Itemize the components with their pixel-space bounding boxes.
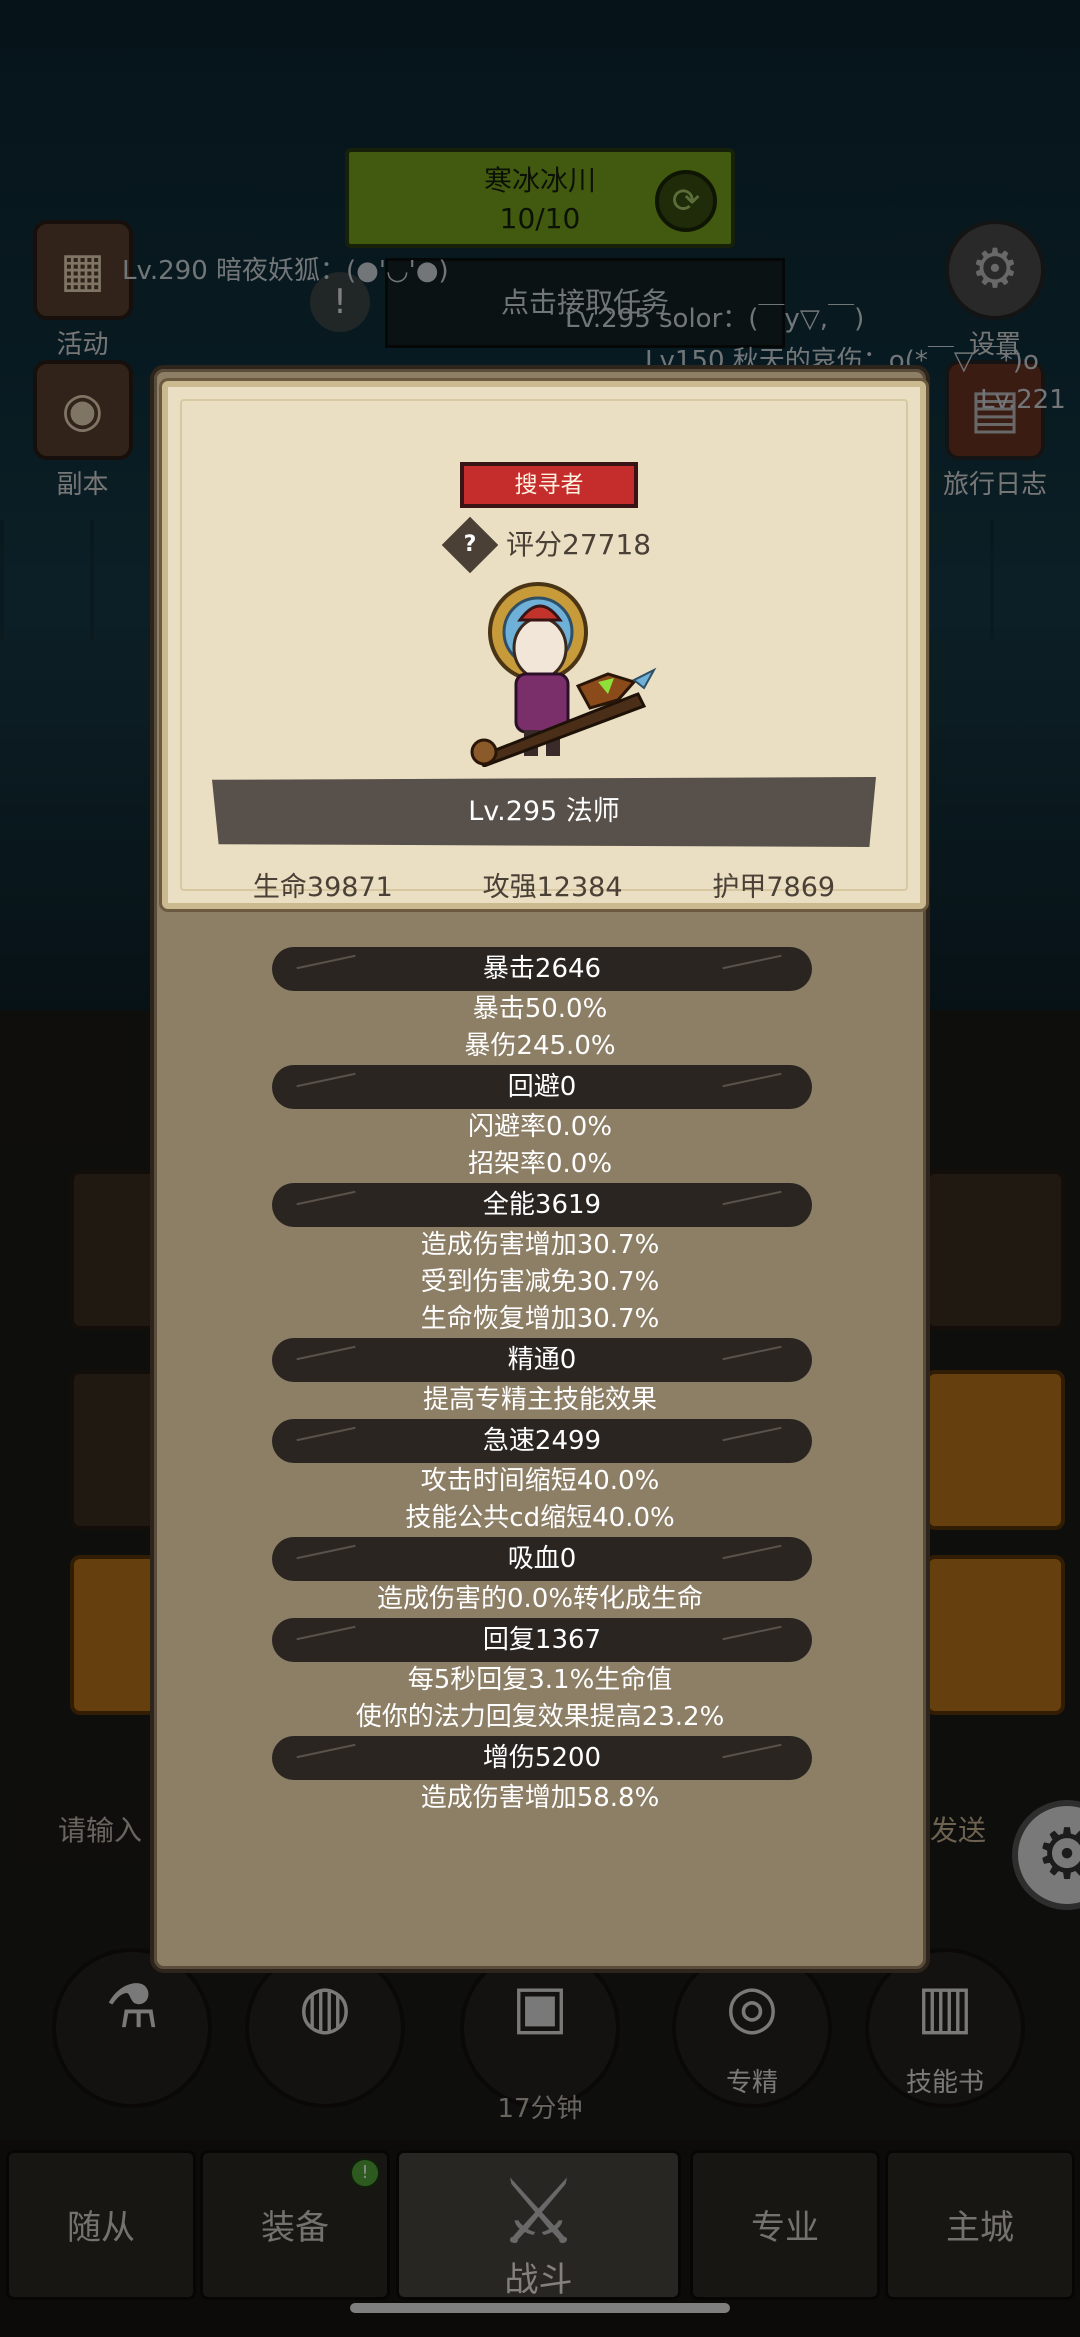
mage-character-portrait <box>470 582 657 767</box>
attribute-detail: 造成伤害增加30.7% <box>420 1230 660 1260</box>
attribute-header: 吸血0 <box>272 1537 812 1581</box>
attribute-detail: 攻击时间缩短40.0% <box>420 1466 660 1496</box>
primary-stats: 生命39871 攻强12384 护甲7869 <box>168 865 920 905</box>
attribute-detail: 招架率0.0% <box>467 1149 613 1179</box>
attribute-detail: 受到伤害减免30.7% <box>420 1267 660 1297</box>
level-class-bar: Lv.295 法师 <box>212 777 876 847</box>
attribute-header: 全能3619 <box>272 1183 812 1227</box>
attribute-header: 精通0 <box>272 1338 812 1382</box>
attribute-header: 回复1367 <box>272 1618 812 1662</box>
character-detail-panel: 搜寻者 ? 评分27718 Lv.295 法师 生命39871 攻强12384 … <box>150 365 930 1973</box>
attribute-header: 增伤5200 <box>272 1736 812 1780</box>
score-value: 评分27718 <box>506 528 652 561</box>
attribute-detail: 生命恢复增加30.7% <box>420 1304 660 1334</box>
attribute-detail: 暴伤245.0% <box>464 1031 616 1061</box>
attribute-detail: 暴击50.0% <box>472 994 608 1024</box>
help-icon[interactable]: ? <box>441 516 499 574</box>
attribute-header: 暴击2646 <box>272 947 812 991</box>
title-badge: 搜寻者 <box>460 462 638 508</box>
stat-attack-power: 攻强12384 <box>482 872 623 903</box>
attribute-detail: 造成伤害的0.0%转化成生命 <box>376 1584 704 1614</box>
attribute-detail: 每5秒回复3.1%生命值 <box>407 1665 673 1695</box>
stat-armor: 护甲7869 <box>712 872 836 903</box>
attribute-detail: 使你的法力回复效果提高23.2% <box>355 1702 725 1732</box>
attribute-list: 暴击2646 暴击50.0% 暴伤245.0% 回避0 闪避率0.0% 招架率0… <box>154 947 926 1817</box>
attribute-detail: 闪避率0.0% <box>467 1112 613 1142</box>
attribute-detail: 提高专精主技能效果 <box>422 1385 657 1415</box>
attribute-detail: 技能公共cd缩短40.0% <box>405 1503 675 1533</box>
character-card: 搜寻者 ? 评分27718 Lv.295 法师 生命39871 攻强12384 … <box>162 381 926 909</box>
stat-hp: 生命39871 <box>252 872 393 903</box>
attribute-header: 急速2499 <box>272 1419 812 1463</box>
score-row: ? 评分27718 <box>441 516 750 574</box>
attribute-header: 回避0 <box>272 1065 812 1109</box>
attribute-detail: 造成伤害增加58.8% <box>420 1783 660 1813</box>
